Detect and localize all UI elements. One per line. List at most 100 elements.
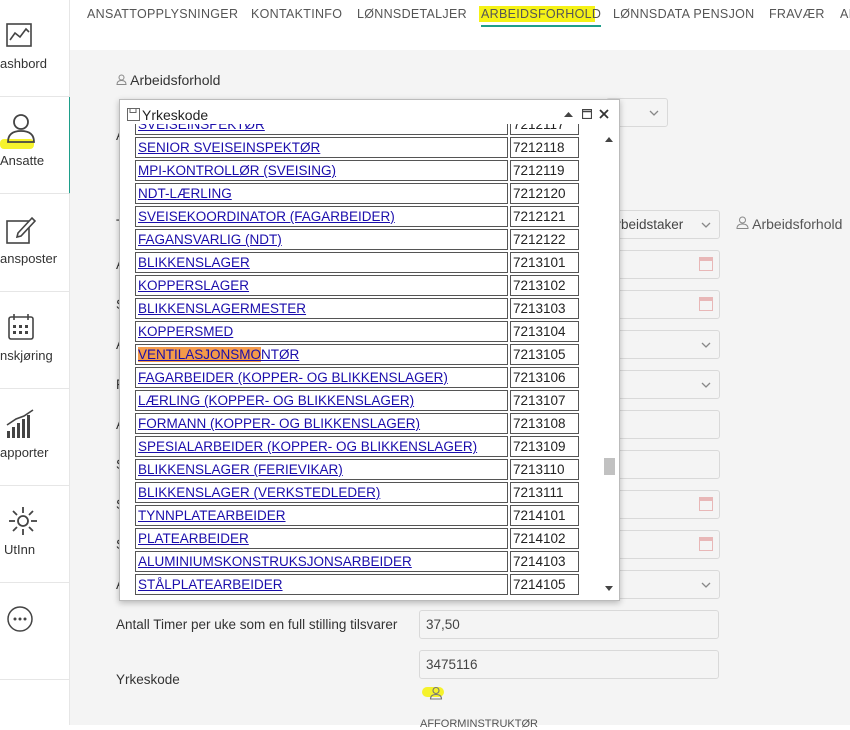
date-field[interactable]	[606, 290, 720, 319]
yrke-name-link[interactable]: BLIKKENSLAGER (FERIEVIKAR)	[138, 462, 343, 477]
table-row[interactable]: ALUMINIUMSKONSTRUKSJONSARBEIDER 7214103	[135, 551, 579, 572]
yrke-name-link[interactable]: FORMANN (KOPPER- OG BLIKKENSLAGER)	[138, 416, 420, 431]
tab-lonnsdetaljer[interactable]: LØNNSDETALJER	[357, 7, 467, 21]
yrke-name-cell[interactable]: SVEISEKOORDINATOR (FAGARBEIDER)	[135, 206, 508, 227]
sidebar-item-ansatte[interactable]: Ansatte	[0, 97, 72, 194]
table-row[interactable]: STÅLPLATEARBEIDER 7214105	[135, 574, 579, 595]
yrke-name-link[interactable]: FAGANSVARLIG (NDT)	[138, 232, 282, 247]
yrke-name-cell[interactable]: BLIKKENSLAGER (FERIEVIKAR)	[135, 459, 508, 480]
yrke-name-link[interactable]: KOPPERSMED	[138, 324, 233, 339]
table-row[interactable]: MPI-KONTROLLØR (SVEISING) 7212119	[135, 160, 579, 181]
timer-field[interactable]: 37,50	[419, 610, 719, 639]
employee-type-select[interactable]: arbeidstaker	[606, 210, 720, 239]
yrke-name-link[interactable]: BLIKKENSLAGERMESTER	[138, 301, 306, 316]
date-field[interactable]	[606, 490, 720, 519]
table-row[interactable]: LÆRLING (KOPPER- OG BLIKKENSLAGER) 721310…	[135, 390, 579, 411]
sidebar-item-dashboard[interactable]: ashbord	[0, 0, 69, 97]
yrke-name-link[interactable]: KOPPERSLAGER	[138, 278, 249, 293]
table-row[interactable]: NDT-LÆRLING 7212120	[135, 183, 579, 204]
text-field[interactable]	[606, 450, 720, 479]
yrke-name-link[interactable]: SENIOR SVEISEINSPEKTØR	[138, 140, 320, 155]
yrke-name-link[interactable]: SPESIALARBEIDER (KOPPER- OG BLIKKENSLAGE…	[138, 439, 477, 454]
text-field[interactable]	[606, 410, 720, 439]
tab-more[interactable]: AI	[840, 7, 850, 21]
scroll-up-icon[interactable]	[605, 137, 613, 142]
yrke-name-link[interactable]: BLIKKENSLAGER (VERKSTEDLEDER)	[138, 485, 380, 500]
yrke-name-cell[interactable]: MPI-KONTROLLØR (SVEISING)	[135, 160, 508, 181]
yrke-name-link[interactable]: SVEISEKOORDINATOR (FAGARBEIDER)	[138, 209, 395, 224]
yrke-name-cell[interactable]: TYNNPLATEARBEIDER	[135, 505, 508, 526]
yrke-name-cell[interactable]: STÅLPLATEARBEIDER	[135, 574, 508, 595]
scroll-down-icon[interactable]	[605, 586, 613, 591]
yrke-name-cell[interactable]: KOPPERSLAGER	[135, 275, 508, 296]
yrke-name-cell[interactable]: BLIKKENSLAGERMESTER	[135, 298, 508, 319]
yrke-name-link[interactable]: MPI-KONTROLLØR (SVEISING)	[138, 163, 336, 178]
tab-ansattopplysninger[interactable]: ANSATTOPPLYSNINGER	[87, 7, 238, 21]
table-row[interactable]: FAGARBEIDER (KOPPER- OG BLIKKENSLAGER) 72…	[135, 367, 579, 388]
yrke-name-link[interactable]: PLATEARBEIDER	[138, 531, 249, 546]
table-row[interactable]: FAGANSVARLIG (NDT) 7212122	[135, 229, 579, 250]
yrke-name-link[interactable]: TYNNPLATEARBEIDER	[138, 508, 286, 523]
sidebar-item-ansposter[interactable]: ansposter	[0, 195, 69, 292]
yrke-name-link[interactable]: LÆRLING (KOPPER- OG BLIKKENSLAGER)	[138, 393, 414, 408]
yrke-name-link[interactable]: SVEISEINSPEKTØR	[138, 124, 265, 132]
calendar-icon[interactable]	[699, 297, 713, 311]
sidebar-item-rapporter[interactable]: apporter	[0, 389, 69, 486]
calendar-icon[interactable]	[699, 497, 713, 511]
yrke-name-cell[interactable]: SPESIALARBEIDER (KOPPER- OG BLIKKENSLAGE…	[135, 436, 508, 457]
tab-kontaktinfo[interactable]: KONTAKTINFO	[251, 7, 342, 21]
table-row[interactable]: KOPPERSMED 7213104	[135, 321, 579, 342]
yrke-name-link[interactable]: BLIKKENSLAGER	[138, 255, 250, 270]
sidebar-item-lonnskjoring[interactable]: nskjøring	[0, 292, 69, 389]
yrke-name-link[interactable]: NDT-LÆRLING	[138, 186, 232, 201]
yrke-name-cell[interactable]: PLATEARBEIDER	[135, 528, 508, 549]
date-field[interactable]	[606, 530, 720, 559]
table-row[interactable]: SVEISEKOORDINATOR (FAGARBEIDER) 7212121	[135, 206, 579, 227]
yrke-name-cell[interactable]: NDT-LÆRLING	[135, 183, 508, 204]
table-row[interactable]: SENIOR SVEISEINSPEKTØR 7212118	[135, 137, 579, 158]
tab-arbeidsforhold[interactable]: ARBEIDSFORHOLD	[481, 7, 602, 27]
maximize-icon[interactable]	[582, 109, 592, 119]
scrollbar[interactable]	[602, 133, 616, 595]
table-row[interactable]: SVEISEINSPEKTØR 7212117	[135, 124, 579, 135]
yrke-name-cell[interactable]: ALUMINIUMSKONSTRUKSJONSARBEIDER	[135, 551, 508, 572]
yrke-name-cell[interactable]: FORMANN (KOPPER- OG BLIKKENSLAGER)	[135, 413, 508, 434]
scrollbar-thumb[interactable]	[604, 458, 615, 475]
table-row[interactable]: FORMANN (KOPPER- OG BLIKKENSLAGER) 721310…	[135, 413, 579, 434]
table-row[interactable]: TYNNPLATEARBEIDER 7214101	[135, 505, 579, 526]
yrke-name-cell[interactable]: BLIKKENSLAGER	[135, 252, 508, 273]
yrke-name-link[interactable]: ALUMINIUMSKONSTRUKSJONSARBEIDER	[138, 554, 412, 569]
select-field[interactable]	[606, 330, 720, 359]
yrke-name-cell[interactable]: FAGARBEIDER (KOPPER- OG BLIKKENSLAGER)	[135, 367, 508, 388]
calendar-icon[interactable]	[699, 537, 713, 551]
yrke-name-link[interactable]: STÅLPLATEARBEIDER	[138, 577, 283, 592]
yrke-name-cell[interactable]: FAGANSVARLIG (NDT)	[135, 229, 508, 250]
table-row[interactable]: KOPPERSLAGER 7213102	[135, 275, 579, 296]
yrkeskode-field[interactable]: 3475116	[419, 650, 719, 679]
yrke-name-link[interactable]: VENTILASJONSMONTØR	[138, 347, 299, 362]
sidebar-item-more[interactable]	[0, 583, 69, 680]
select-field[interactable]	[606, 570, 720, 599]
yrke-name-link[interactable]: FAGARBEIDER (KOPPER- OG BLIKKENSLAGER)	[138, 370, 448, 385]
tab-fravaer[interactable]: FRAVÆR	[769, 7, 825, 21]
table-row[interactable]: BLIKKENSLAGERMESTER 7213103	[135, 298, 579, 319]
yrke-name-cell[interactable]: SVEISEINSPEKTØR	[135, 124, 508, 135]
date-field[interactable]	[606, 250, 720, 279]
table-row[interactable]: PLATEARBEIDER 7214102	[135, 528, 579, 549]
user-search-icon[interactable]	[429, 686, 443, 700]
table-row[interactable]: VENTILASJONSMONTØR 7213105	[135, 344, 579, 365]
yrke-name-cell[interactable]: VENTILASJONSMONTØR	[135, 344, 508, 365]
arbeidsforhold-link[interactable]: Arbeidsforhold	[736, 216, 842, 232]
yrke-name-cell[interactable]: KOPPERSMED	[135, 321, 508, 342]
minimize-icon[interactable]	[564, 111, 573, 118]
calendar-icon[interactable]	[699, 257, 713, 271]
select-field[interactable]	[606, 370, 720, 399]
sidebar-item-utinn[interactable]: UtInn	[0, 486, 69, 583]
tab-lonnsdata-pensjon[interactable]: LØNNSDATA PENSJON	[613, 7, 754, 21]
yrke-name-cell[interactable]: LÆRLING (KOPPER- OG BLIKKENSLAGER)	[135, 390, 508, 411]
table-row[interactable]: BLIKKENSLAGER 7213101	[135, 252, 579, 273]
yrke-name-cell[interactable]: BLIKKENSLAGER (VERKSTEDLEDER)	[135, 482, 508, 503]
table-row[interactable]: BLIKKENSLAGER (VERKSTEDLEDER) 7213111	[135, 482, 579, 503]
table-row[interactable]: BLIKKENSLAGER (FERIEVIKAR) 7213110	[135, 459, 579, 480]
table-row[interactable]: SPESIALARBEIDER (KOPPER- OG BLIKKENSLAGE…	[135, 436, 579, 457]
